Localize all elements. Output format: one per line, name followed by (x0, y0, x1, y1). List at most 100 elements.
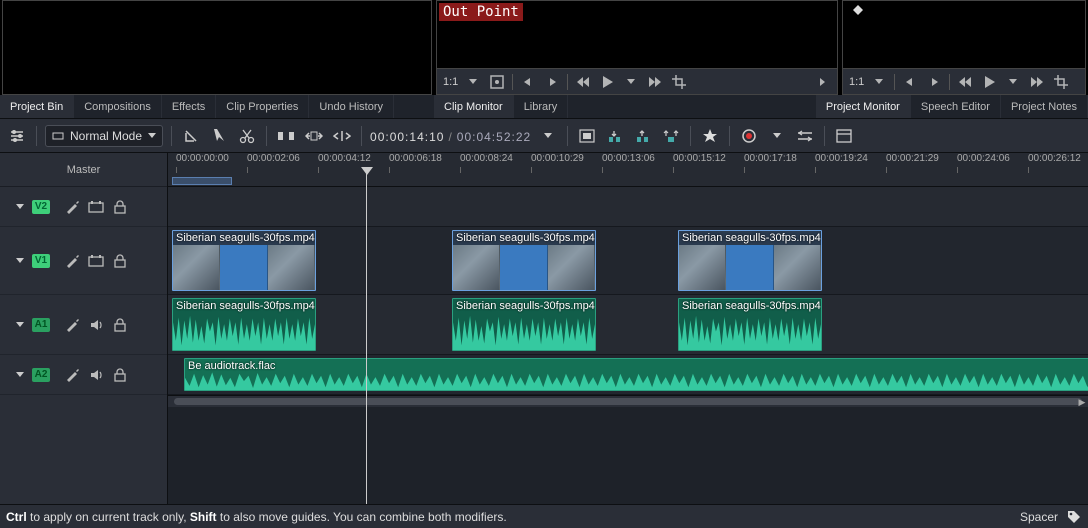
edit-mode-select[interactable]: Normal Mode (45, 125, 163, 147)
track-header-v2[interactable]: V2 (0, 187, 167, 227)
rewind-icon-2[interactable] (956, 73, 974, 91)
out-point-icon[interactable] (543, 73, 561, 91)
in-point-icon[interactable] (519, 73, 537, 91)
extract-zone-icon[interactable] (632, 125, 654, 147)
tab-compositions[interactable]: Compositions (74, 95, 162, 118)
fit-icon[interactable] (488, 73, 506, 91)
selection-tool-icon[interactable] (208, 125, 230, 147)
visibility-icon[interactable] (88, 253, 104, 269)
video-clip-1[interactable]: Siberian seagulls-30fps.mp4 (172, 230, 316, 291)
clip-monitor-controls: 1:1 (437, 68, 837, 94)
playhead[interactable] (366, 173, 367, 504)
track-header-a2[interactable]: A2 (0, 355, 167, 395)
lane-v2[interactable] (168, 187, 1088, 227)
visibility-icon[interactable] (88, 199, 104, 215)
zone-bar[interactable] (172, 177, 232, 185)
ruler-tick: 00:00:15:12 (673, 153, 726, 164)
lane-a2[interactable]: Be audiotrack.flac (168, 355, 1088, 395)
mode-icon (52, 130, 64, 142)
lock-icon[interactable] (112, 317, 128, 333)
collapse-icon[interactable] (14, 322, 26, 327)
mute-icon[interactable] (88, 317, 104, 333)
clip-title: Siberian seagulls-30fps.mp4 (456, 232, 595, 244)
timeline-scrollbar[interactable]: ▶ (168, 395, 1088, 407)
collapse-icon[interactable] (14, 204, 26, 209)
audio-clip-2[interactable]: Siberian seagulls-30fps.mp4 (452, 298, 596, 351)
timeline-ruler[interactable]: 00:00:00:0000:00:02:0600:00:04:1200:00:0… (168, 153, 1088, 187)
monitor-more-icon[interactable] (813, 73, 831, 91)
video-clip-3[interactable]: Siberian seagulls-30fps.mp4 (678, 230, 822, 291)
tab-library[interactable]: Library (514, 95, 569, 118)
favorite-icon[interactable] (699, 125, 721, 147)
record-dropdown-icon[interactable] (766, 125, 788, 147)
crop-icon-2[interactable] (1052, 73, 1070, 91)
tab-project-notes[interactable]: Project Notes (1001, 95, 1088, 118)
collapse-icon[interactable] (14, 372, 26, 377)
tab-undo-history[interactable]: Undo History (309, 95, 394, 118)
forward-icon[interactable] (646, 73, 664, 91)
tab-effects[interactable]: Effects (162, 95, 216, 118)
track-headers: Master V2 V1 A1 (0, 153, 168, 504)
track-label-v1[interactable]: V1 (32, 254, 50, 268)
track-label-a2[interactable]: A2 (32, 368, 50, 382)
lock-icon[interactable] (112, 367, 128, 383)
spacer-tool-icon[interactable] (275, 125, 297, 147)
effects-icon[interactable] (64, 199, 80, 215)
out-point-icon-2[interactable] (925, 73, 943, 91)
effects-icon[interactable] (64, 367, 80, 383)
insert-zone-icon[interactable] (576, 125, 598, 147)
tab-project-bin[interactable]: Project Bin (0, 95, 74, 118)
collapse-icon[interactable] (14, 258, 26, 263)
play-dropdown-icon[interactable] (622, 73, 640, 91)
overwrite-zone-icon[interactable] (604, 125, 626, 147)
tab-project-monitor[interactable]: Project Monitor (816, 95, 911, 118)
tab-clip-monitor[interactable]: Clip Monitor (434, 95, 514, 118)
rewind-icon[interactable] (574, 73, 592, 91)
track-label-v2[interactable]: V2 (32, 200, 50, 214)
play-icon[interactable] (598, 73, 616, 91)
track-header-v1[interactable]: V1 (0, 227, 167, 295)
video-clip-2[interactable]: ⟷ Siberian seagulls-30fps.mp4 (452, 230, 596, 291)
tab-speech-editor[interactable]: Speech Editor (911, 95, 1001, 118)
clip-title: Siberian seagulls-30fps.mp4 (456, 300, 595, 312)
record-icon[interactable] (738, 125, 760, 147)
effects-icon[interactable] (64, 317, 80, 333)
ruler-tick: 00:00:24:06 (957, 153, 1010, 164)
tag-icon[interactable] (1066, 509, 1082, 525)
slip-tool-icon[interactable] (303, 125, 325, 147)
clip-title: Siberian seagulls-30fps.mp4 (176, 232, 315, 244)
audio-clip-1[interactable]: Siberian seagulls-30fps.mp4 (172, 298, 316, 351)
lift-zone-icon[interactable] (660, 125, 682, 147)
project-monitor-pane: 1:1 (842, 0, 1086, 95)
timecode-display[interactable]: 00:00:14:10/00:04:52:22 (370, 126, 531, 146)
crop-icon[interactable] (670, 73, 688, 91)
waveform (679, 313, 821, 350)
scrollbar-thumb[interactable] (174, 398, 1082, 405)
lane-v1[interactable]: Siberian seagulls-30fps.mp4 ⟷ Siberian s… (168, 227, 1088, 295)
effects-icon[interactable] (64, 253, 80, 269)
tab-clip-properties[interactable]: Clip Properties (216, 95, 309, 118)
play-icon-2[interactable] (980, 73, 998, 91)
razor-tool-icon[interactable] (236, 125, 258, 147)
view-mode-icon[interactable] (833, 125, 855, 147)
mute-icon[interactable] (88, 367, 104, 383)
preview-toggle-icon[interactable] (794, 125, 816, 147)
lock-icon[interactable] (112, 199, 128, 215)
lane-a1[interactable]: Siberian seagulls-30fps.mp4 Siberian sea… (168, 295, 1088, 355)
timeline-body[interactable]: 00:00:00:0000:00:02:0600:00:04:1200:00:0… (168, 153, 1088, 504)
ripple-tool-icon[interactable] (331, 125, 353, 147)
play-dropdown-icon-2[interactable] (1004, 73, 1022, 91)
zoom-dropdown-icon[interactable] (464, 73, 482, 91)
audio-clip-a2[interactable]: Be audiotrack.flac (184, 358, 1088, 391)
in-point-icon-2[interactable] (901, 73, 919, 91)
scroll-right-icon[interactable]: ▶ (1076, 396, 1088, 408)
settings-icon[interactable] (6, 125, 28, 147)
forward-icon-2[interactable] (1028, 73, 1046, 91)
audio-clip-3[interactable]: Siberian seagulls-30fps.mp4 (678, 298, 822, 351)
timecode-dropdown-icon[interactable] (537, 125, 559, 147)
track-compositing-icon[interactable] (180, 125, 202, 147)
track-label-a1[interactable]: A1 (32, 318, 50, 332)
lock-icon[interactable] (112, 253, 128, 269)
zoom-dropdown-icon-2[interactable] (870, 73, 888, 91)
track-header-a1[interactable]: A1 (0, 295, 167, 355)
